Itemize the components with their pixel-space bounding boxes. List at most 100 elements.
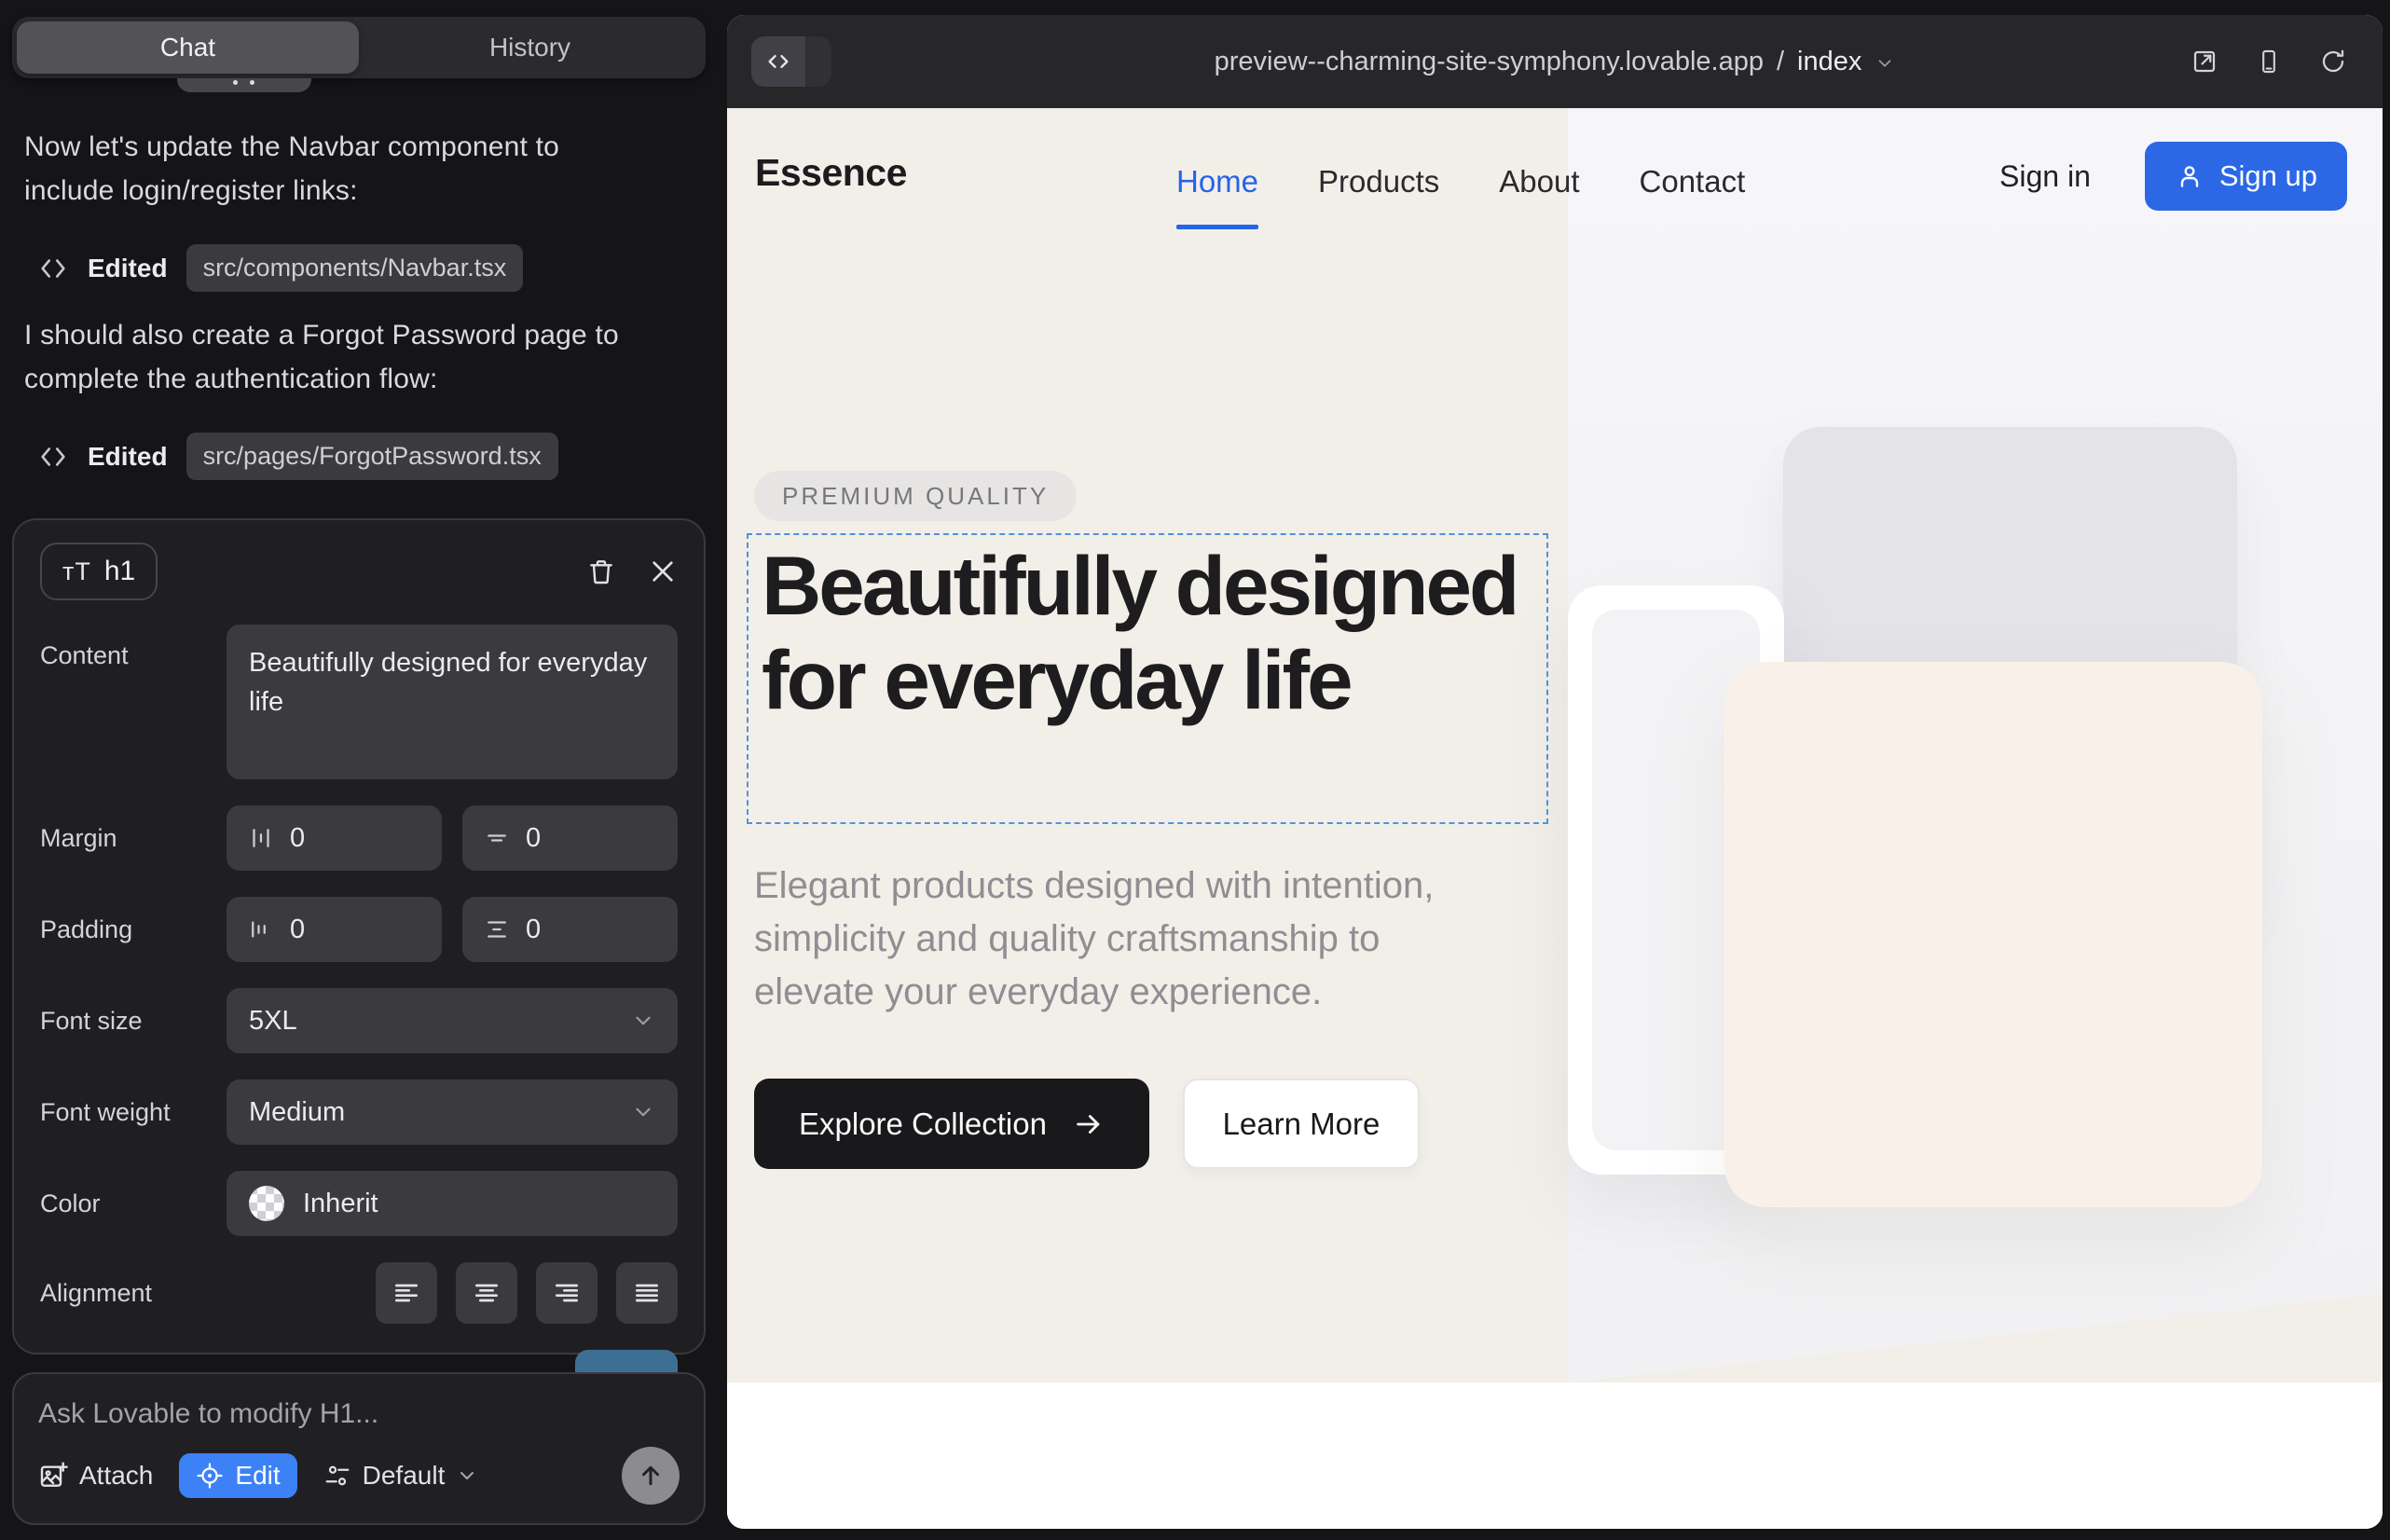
composer-placeholder[interactable]: Ask Lovable to modify H1...: [38, 1398, 680, 1430]
font-size-select[interactable]: 5XL: [227, 988, 678, 1053]
chat-composer[interactable]: Ask Lovable to modify H1... Attach Edit …: [12, 1372, 706, 1525]
site-auth-actions: Sign in Sign up: [1999, 142, 2347, 211]
edit-mode-button[interactable]: Edit: [179, 1453, 296, 1498]
align-right-icon: [552, 1278, 582, 1308]
content-textarea[interactable]: Beautifully designed for everyday life: [227, 625, 678, 779]
scrolled-chip[interactable]: [177, 78, 311, 92]
sign-up-button[interactable]: Sign up: [2145, 142, 2347, 211]
site-nav-links: Home Products About Contact: [1176, 164, 1745, 199]
alignment-label: Alignment: [40, 1279, 227, 1308]
nav-link-home[interactable]: Home: [1176, 164, 1258, 199]
attach-button[interactable]: Attach: [38, 1461, 153, 1491]
url-separator: /: [1777, 47, 1784, 77]
align-right-button[interactable]: [536, 1262, 598, 1324]
attach-label: Attach: [79, 1461, 153, 1491]
decorative-card-cream: [1724, 662, 2262, 1207]
delete-element-button[interactable]: [586, 557, 616, 586]
edited-file-row[interactable]: Edited src/pages/ForgotPassword.tsx: [37, 433, 558, 480]
selected-element-pill[interactable]: тT h1: [40, 543, 158, 600]
font-size-value: 5XL: [249, 1006, 297, 1037]
lovable-sidebar: Chat History Now let's update the Navbar…: [0, 0, 727, 1540]
font-weight-value: Medium: [249, 1097, 345, 1128]
color-label: Color: [40, 1189, 227, 1218]
file-chip[interactable]: src/pages/ForgotPassword.tsx: [186, 433, 558, 480]
padding-vertical-input[interactable]: 0: [462, 897, 678, 962]
padding-horizontal-value: 0: [290, 914, 305, 945]
code-icon: [751, 36, 805, 87]
nav-link-products[interactable]: Products: [1318, 164, 1439, 199]
tab-history[interactable]: History: [359, 21, 701, 74]
send-button[interactable]: [622, 1447, 680, 1505]
refresh-button[interactable]: [2319, 48, 2347, 76]
edited-file-row[interactable]: Edited src/components/Navbar.tsx: [37, 244, 523, 292]
color-swatch: [249, 1186, 284, 1221]
element-editor-panel: тT h1 Content Beautifully designe: [12, 518, 706, 1354]
element-tag-label: h1: [104, 556, 135, 587]
font-weight-select[interactable]: Medium: [227, 1079, 678, 1145]
align-center-icon: [472, 1278, 501, 1308]
explore-collection-button[interactable]: Explore Collection: [754, 1079, 1149, 1169]
hero-description: Elegant products designed with intention…: [754, 859, 1509, 1019]
padding-vertical-value: 0: [526, 914, 541, 945]
align-center-button[interactable]: [456, 1262, 517, 1324]
code-view-toggle[interactable]: [751, 36, 831, 87]
url-page: index: [1797, 47, 1861, 77]
tab-chat[interactable]: Chat: [17, 21, 359, 74]
chevron-down-icon: [456, 1464, 478, 1487]
hero-heading[interactable]: Beautifully designed for everyday life: [762, 539, 1535, 727]
margin-label: Margin: [40, 824, 227, 853]
chat-message: I should also create a Forgot Password p…: [24, 313, 639, 401]
hero-cta-row: Explore Collection Learn More: [754, 1079, 1420, 1169]
content-field-row: Content Beautifully designed for everyda…: [40, 625, 678, 779]
mobile-view-button[interactable]: [2256, 48, 2282, 75]
refresh-icon: [2319, 48, 2347, 76]
margin-vertical-icon: [483, 824, 511, 852]
learn-more-button[interactable]: Learn More: [1183, 1079, 1420, 1169]
default-label: Default: [363, 1461, 446, 1491]
content-label: Content: [40, 625, 227, 670]
h1-selection-outline[interactable]: Beautifully designed for everyday life: [747, 533, 1548, 824]
margin-field-row: Margin 0 0: [40, 805, 678, 871]
chevron-down-icon: [631, 1009, 655, 1033]
align-justify-icon: [632, 1278, 662, 1308]
font-size-label: Font size: [40, 1007, 227, 1036]
open-external-button[interactable]: [2191, 48, 2218, 76]
site-navbar: Essence Home Products About Contact Sign…: [727, 108, 2383, 285]
preview-url[interactable]: preview--charming-site-symphony.lovable.…: [1215, 47, 1896, 77]
align-justify-button[interactable]: [616, 1262, 678, 1324]
premium-quality-badge: PREMIUM QUALITY: [754, 471, 1077, 521]
margin-vertical-input[interactable]: 0: [462, 805, 678, 871]
color-value: Inherit: [303, 1189, 378, 1219]
nav-link-about[interactable]: About: [1499, 164, 1579, 199]
nav-link-contact[interactable]: Contact: [1640, 164, 1746, 199]
margin-horizontal-value: 0: [290, 823, 305, 854]
target-icon: [196, 1462, 224, 1490]
file-chip[interactable]: src/components/Navbar.tsx: [186, 244, 524, 292]
margin-horizontal-input[interactable]: 0: [227, 805, 442, 871]
external-link-icon: [2191, 48, 2218, 76]
preview-browser-bar: preview--charming-site-symphony.lovable.…: [727, 15, 2383, 108]
sign-in-link[interactable]: Sign in: [1999, 159, 2091, 194]
text-size-icon: тT: [62, 557, 91, 586]
close-editor-button[interactable]: [648, 557, 678, 586]
url-host: preview--charming-site-symphony.lovable.…: [1215, 47, 1764, 77]
alignment-field-row: Alignment: [40, 1262, 678, 1324]
font-weight-label: Font weight: [40, 1098, 227, 1127]
default-mode-button[interactable]: Default: [323, 1461, 479, 1491]
sliders-icon: [323, 1462, 351, 1490]
chevron-down-icon: [631, 1100, 655, 1124]
code-icon: [37, 253, 69, 284]
margin-horizontal-icon: [247, 824, 275, 852]
edited-label: Edited: [88, 442, 168, 472]
toggle-track: [805, 36, 831, 87]
edited-label: Edited: [88, 254, 168, 283]
padding-horizontal-input[interactable]: 0: [227, 897, 442, 962]
site-logo[interactable]: Essence: [755, 151, 907, 195]
color-select[interactable]: Inherit: [227, 1171, 678, 1236]
font-weight-field-row: Font weight Medium: [40, 1079, 678, 1145]
editor-header: тT h1: [40, 543, 678, 600]
align-left-button[interactable]: [376, 1262, 437, 1324]
close-icon: [648, 557, 678, 586]
margin-vertical-value: 0: [526, 823, 541, 854]
site-preview-panel: preview--charming-site-symphony.lovable.…: [727, 15, 2383, 1529]
